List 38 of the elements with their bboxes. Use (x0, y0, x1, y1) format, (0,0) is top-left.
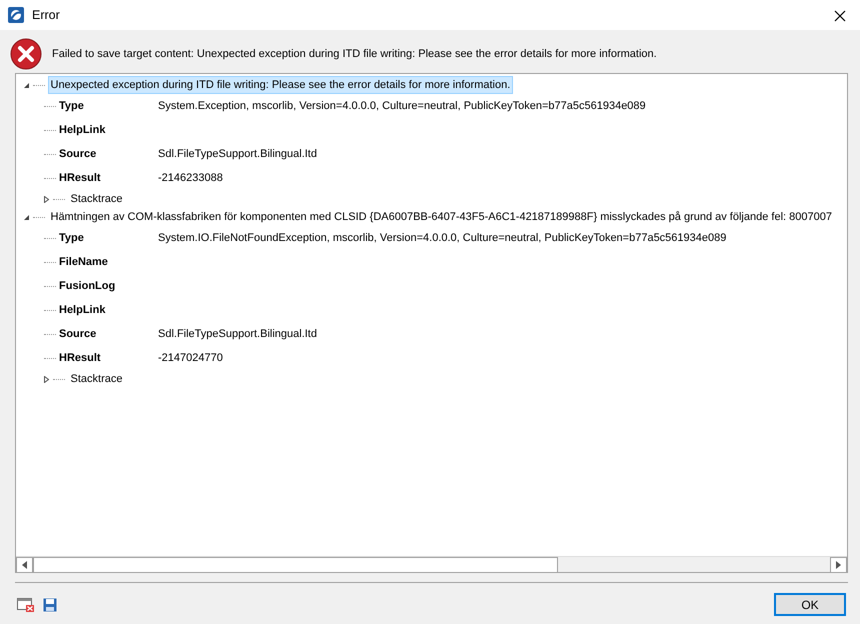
scroll-left-button[interactable] (16, 557, 33, 573)
property-name: Type (59, 230, 85, 246)
tree-node[interactable]: Stacktrace (68, 370, 126, 388)
collapse-arrow-icon[interactable] (22, 214, 30, 220)
property-value: Sdl.FileTypeSupport.Bilingual.Itd (158, 326, 317, 342)
scrollbar-thumb[interactable] (33, 557, 558, 573)
right-arrow-icon[interactable] (836, 561, 841, 569)
app-icon (8, 7, 24, 23)
property-name: HResult (59, 170, 102, 186)
tree-node[interactable]: Stacktrace (68, 190, 126, 208)
error-message: Failed to save target content: Unexpected exception during ITD file writing: Please see the error details for more information. (52, 46, 657, 62)
left-arrow-icon[interactable] (22, 561, 27, 569)
property-name: Type (59, 98, 85, 114)
collapse-arrow-icon[interactable] (22, 82, 30, 88)
property-name: FusionLog (59, 278, 116, 294)
scroll-right-button[interactable] (830, 557, 847, 573)
tree-node[interactable]: Unexpected exception during ITD file writing: Please see the error details for more information. (48, 76, 514, 94)
property-value: System.IO.FileNotFoundException, mscorlib, Version=4.0.0.0, Culture=neutral, PublicKeyToken=b77a5c561934e089 (158, 230, 726, 246)
error-icon (10, 38, 42, 70)
property-value: -2147024770 (158, 350, 223, 366)
window-title: Error (32, 6, 60, 24)
window-close-icon[interactable] (17, 597, 35, 612)
expand-arrow-icon[interactable] (42, 376, 50, 382)
expand-arrow-icon[interactable] (42, 196, 50, 202)
property-name: Source (59, 146, 98, 162)
property-name: FileName (59, 254, 109, 270)
property-value: Sdl.FileTypeSupport.Bilingual.Itd (158, 146, 317, 162)
horizontal-scrollbar[interactable] (16, 556, 847, 572)
property-value: -2146233088 (158, 170, 223, 186)
close-icon[interactable] (834, 10, 846, 22)
tree-node[interactable]: Hämtningen av COM-klassfabriken för komponenten med CLSID {DA6007BB-6407-43F5-A6C1-42187189988F} misslyckades på grund av följande fel: 8007007 (48, 208, 835, 226)
property-name: HResult (59, 350, 102, 366)
save-icon[interactable] (43, 598, 57, 612)
property-name: HelpLink (59, 122, 106, 138)
property-value: System.Exception, mscorlib, Version=4.0.0.0, Culture=neutral, PublicKeyToken=b77a5c561934e089 (158, 98, 646, 114)
property-name: Source (59, 326, 98, 342)
property-name: HelpLink (59, 302, 106, 318)
ok-button[interactable]: OK (774, 593, 846, 616)
